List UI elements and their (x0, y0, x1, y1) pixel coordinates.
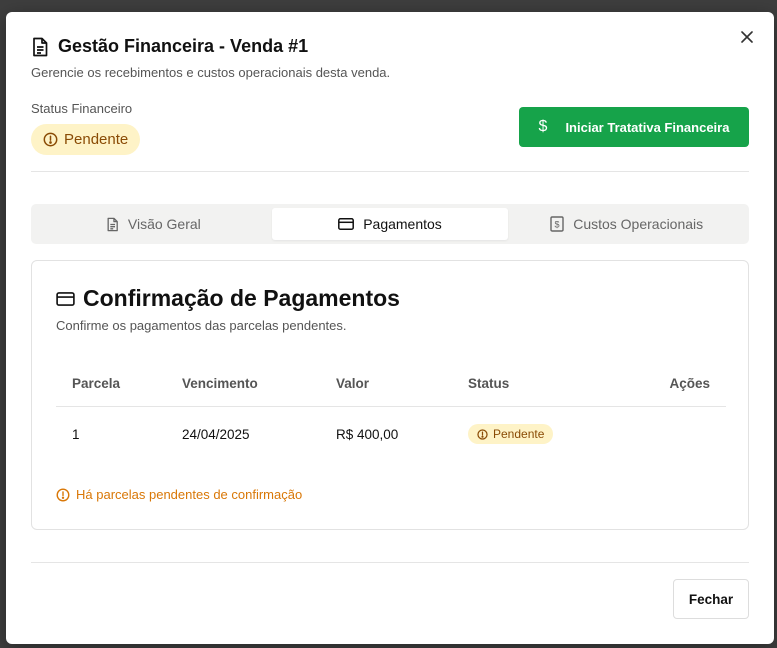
payments-card-title: Confirmação de Pagamentos (83, 285, 400, 311)
column-header-vencimento: Vencimento (182, 376, 258, 391)
receipt-dollar-icon: $ (550, 216, 564, 232)
cell-parcela: 1 (72, 426, 80, 442)
column-header-acoes: Ações (669, 376, 710, 391)
tab-overview[interactable]: Visão Geral (35, 208, 272, 240)
status-badge: Pendente (468, 424, 554, 444)
status-badge-label: Pendente (64, 131, 129, 148)
start-financial-treatment-button[interactable]: $ Iniciar Tratativa Financeira (519, 107, 749, 147)
close-icon[interactable] (738, 28, 756, 46)
pending-warning-text: Há parcelas pendentes de confirmação (76, 487, 303, 502)
status-badge-label: Pendente (493, 427, 545, 441)
payments-card-subtitle: Confirme os pagamentos das parcelas pend… (56, 318, 347, 333)
alert-circle-icon (56, 488, 70, 502)
column-header-parcela: Parcela (72, 376, 121, 391)
cell-status: Pendente (468, 407, 554, 461)
credit-card-icon (56, 291, 75, 306)
close-button[interactable]: Fechar (673, 579, 749, 619)
column-header-status: Status (468, 376, 510, 391)
tab-overview-label: Visão Geral (127, 216, 201, 232)
cell-vencimento: 24/04/2025 (182, 426, 250, 442)
payments-table: Parcela Vencimento Valor Status Ações 1 … (56, 361, 726, 461)
svg-text:$: $ (555, 220, 560, 230)
table-row: 1 24/04/2025 R$ 400,00 Pendente (56, 407, 726, 461)
footer-divider (31, 562, 749, 563)
file-text-icon (106, 217, 119, 232)
start-financial-treatment-label: Iniciar Tratativa Financeira (565, 119, 730, 135)
financial-modal: Gestão Financeira - Venda #1 Gerencie os… (6, 12, 774, 644)
modal-subtitle: Gerencie os recebimentos e custos operac… (31, 65, 391, 80)
modal-header: Gestão Financeira - Venda #1 (31, 36, 308, 57)
tab-list: Visão Geral Pagamentos $ Custos Operacio… (31, 204, 749, 244)
alert-circle-icon (477, 428, 488, 440)
file-text-icon (31, 37, 49, 57)
table-header-row: Parcela Vencimento Valor Status Ações (56, 361, 726, 407)
cell-valor: R$ 400,00 (336, 426, 399, 442)
column-header-valor: Valor (336, 376, 370, 391)
status-label: Status Financeiro (31, 101, 133, 116)
payments-card-header: Confirmação de Pagamentos (56, 285, 400, 312)
dollar-icon: $ (538, 118, 548, 135)
tab-payments-label: Pagamentos (363, 216, 442, 232)
tab-operational-costs[interactable]: $ Custos Operacionais (508, 208, 745, 240)
tab-operational-costs-label: Custos Operacionais (573, 216, 704, 232)
alert-circle-icon (43, 132, 58, 147)
pending-warning: Há parcelas pendentes de confirmação (56, 487, 302, 502)
status-badge: Pendente (31, 124, 141, 155)
modal-title: Gestão Financeira - Venda #1 (58, 36, 309, 56)
credit-card-icon (338, 218, 355, 230)
tab-payments[interactable]: Pagamentos (271, 208, 509, 240)
payments-card: Confirmação de Pagamentos Confirme os pa… (31, 260, 749, 530)
header-divider (31, 171, 749, 172)
